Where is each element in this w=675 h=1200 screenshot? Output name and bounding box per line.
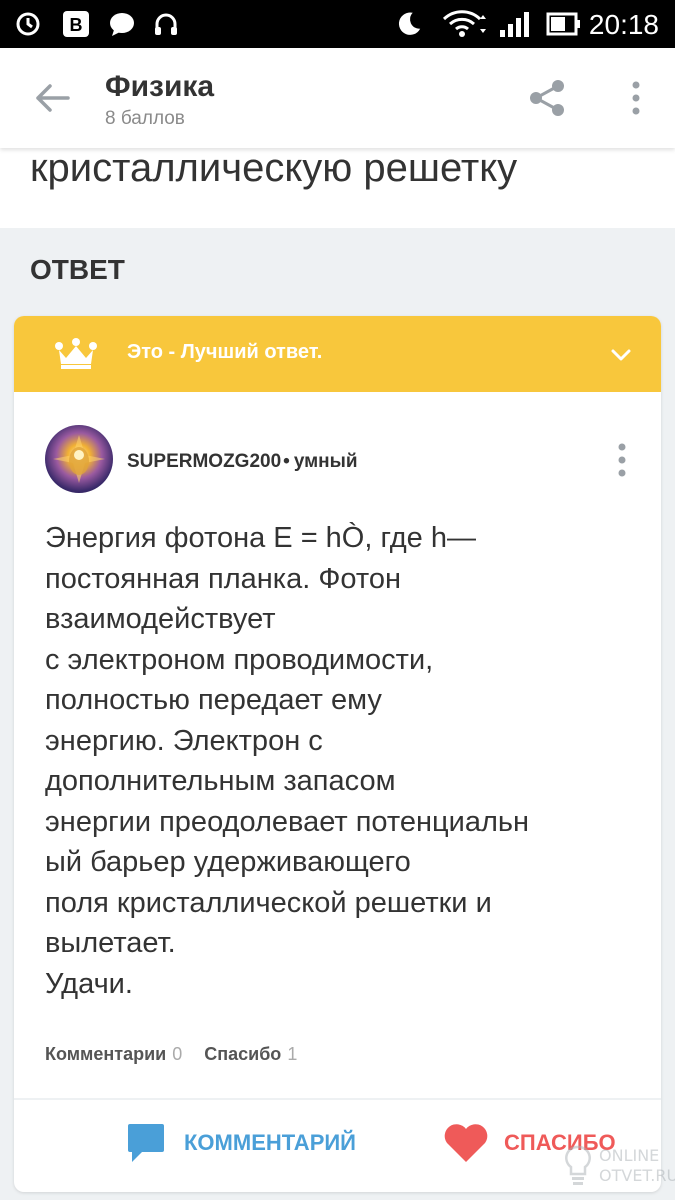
avatar[interactable]: [45, 425, 113, 493]
watermark: ONLINE OTVET.RU: [563, 1140, 675, 1200]
author-name[interactable]: SUPERMOZG200: [127, 451, 281, 472]
watermark-line: ONLINE: [599, 1146, 660, 1165]
answer-card: Это - Лучший ответ. SUPERMOZG200 • умный Э…: [14, 316, 661, 1192]
author-rank: умный: [293, 451, 358, 472]
comment-icon: [128, 1124, 164, 1162]
chat-bubble-icon: [108, 10, 136, 38]
answer-line: энергии преодолевает потенциальн: [45, 805, 530, 838]
answer-line: Удачи.: [45, 967, 133, 1000]
thanks-count: 1: [287, 1044, 298, 1064]
wifi-icon: [442, 10, 488, 38]
more-vertical-icon: [618, 443, 626, 477]
heart-icon: [444, 1124, 488, 1162]
points-subtitle: 8 баллов: [105, 108, 185, 129]
question-text: кристаллическую решетку: [0, 148, 675, 228]
divider: [14, 1098, 661, 1100]
comments-label: Комментарии: [45, 1044, 167, 1064]
sync-icon: [14, 10, 42, 38]
best-answer-label: Это - Лучший ответ.: [127, 341, 323, 363]
answer-line: дополнительным запасом: [45, 765, 396, 797]
comments-stat[interactable]: Комментарии 0: [45, 1044, 182, 1064]
answer-line: взаимодействует: [45, 603, 276, 635]
author-separator: •: [283, 451, 290, 472]
battery-icon: [546, 10, 582, 38]
answer-heading: ОТВЕТ: [30, 254, 125, 285]
arrow-left-icon: [36, 84, 70, 112]
moon-icon: [395, 10, 423, 38]
author-row: SUPERMOZG200 • умный: [14, 416, 661, 496]
watermark-line: OTVET.RU: [599, 1166, 675, 1185]
question-text-line: кристаллическую решетку: [30, 148, 518, 190]
answer-line: с электроном проводимости,: [45, 643, 434, 676]
avatar-image: [53, 435, 105, 483]
answer-line: постоянная планка. Фотон: [45, 562, 402, 595]
share-button[interactable]: [522, 76, 572, 120]
author-info[interactable]: SUPERMOZG200 • умный: [127, 451, 358, 473]
comment-button[interactable]: КОММЕНТАРИЙ: [126, 1118, 356, 1168]
answer-line: вылетает.: [45, 927, 176, 959]
comment-button-label: КОММЕНТАРИЙ: [184, 1130, 356, 1155]
more-menu-button[interactable]: [616, 76, 656, 120]
answer-line: поля кристаллической решетки и: [45, 886, 492, 919]
answer-menu-button[interactable]: [610, 440, 634, 480]
answer-stats: Комментарии 0 Спасибо 1: [45, 1044, 297, 1065]
status-bar: В 20:18: [0, 0, 675, 48]
status-time: 20:18: [588, 9, 659, 40]
answer-line: Энергия фотона E = hÒ, где h—: [45, 522, 476, 554]
crown-icon: [55, 338, 97, 369]
back-button[interactable]: [24, 76, 80, 120]
share-icon: [530, 80, 564, 116]
more-vertical-icon: [632, 81, 640, 115]
signal-icon: [498, 10, 534, 38]
page-title: Физика: [105, 70, 215, 103]
headphones-icon: [152, 10, 180, 38]
thanks-stat[interactable]: Спасибо 1: [204, 1044, 297, 1064]
svg-text:В: В: [70, 15, 83, 35]
app-bar: Физика 8 баллов: [0, 48, 675, 148]
chevron-down-icon[interactable]: [608, 342, 634, 368]
answer-line: энергию. Электрон с: [45, 724, 323, 757]
answer-line: ый барьер удерживающего: [45, 846, 411, 878]
vk-icon: В: [62, 10, 90, 38]
comments-count: 0: [172, 1044, 183, 1064]
best-answer-banner[interactable]: Это - Лучший ответ.: [14, 316, 661, 392]
answer-line: полностью передает ему: [45, 684, 382, 716]
lightbulb-icon: [565, 1145, 591, 1185]
answer-text: Энергия фотона E = hÒ, где h— постоянная…: [45, 518, 635, 1004]
thanks-stat-label: Спасибо: [204, 1044, 282, 1064]
